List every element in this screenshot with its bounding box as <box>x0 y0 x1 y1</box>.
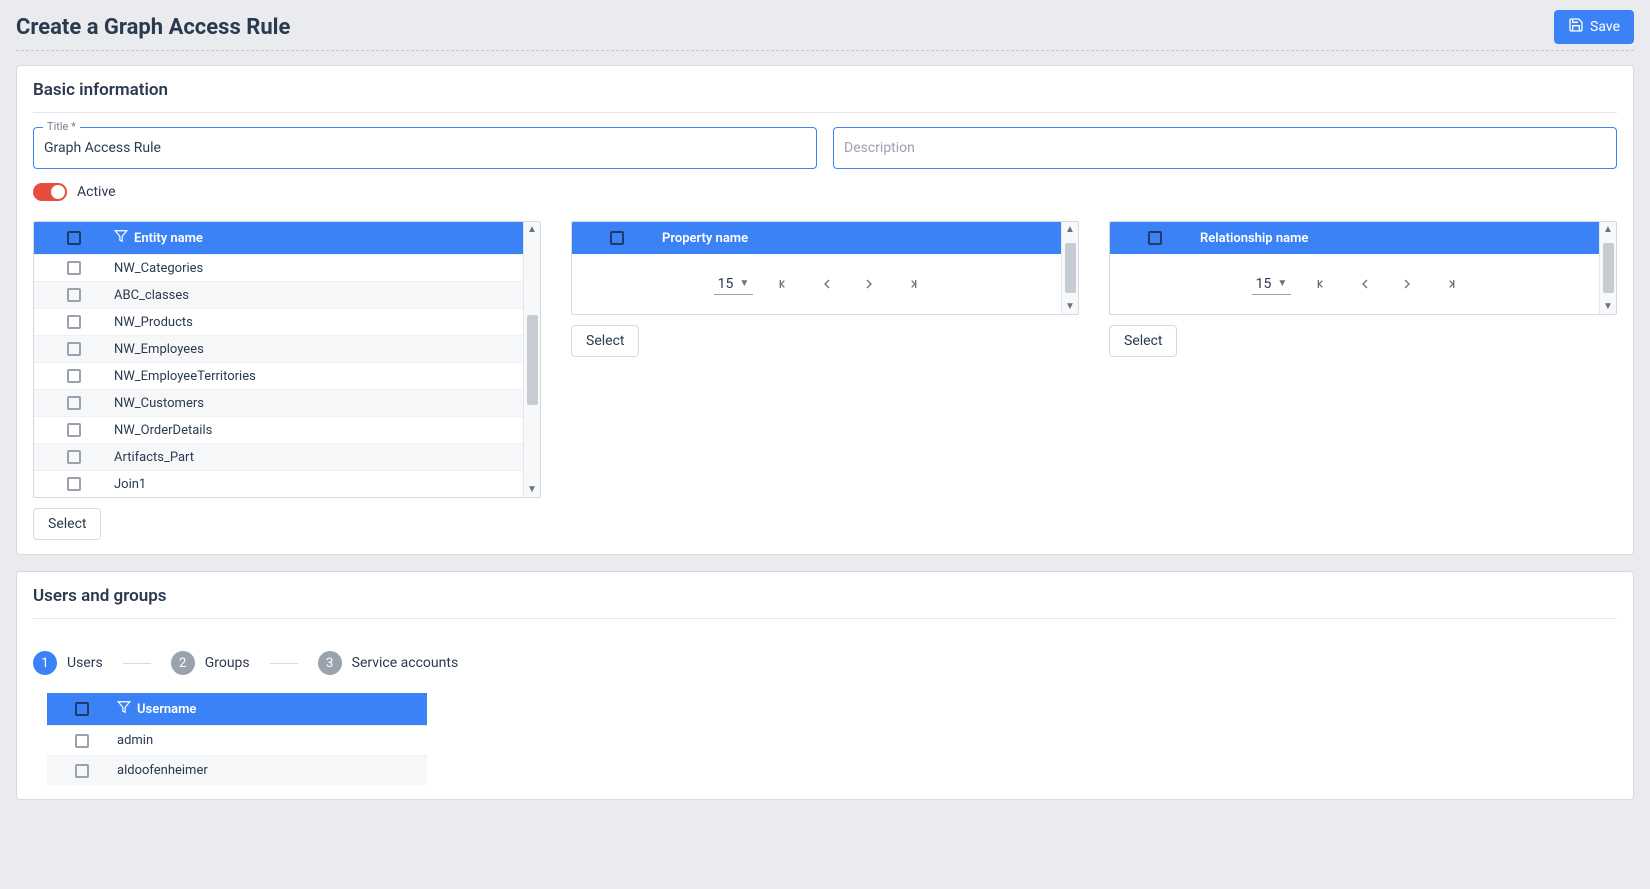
relationship-page-size-select[interactable]: 15 ▼ <box>1252 274 1292 295</box>
property-column-header[interactable]: Property name <box>662 231 748 246</box>
row-checkbox[interactable] <box>75 764 89 778</box>
header-divider <box>16 50 1634 51</box>
step-divider <box>270 663 298 664</box>
entity-name-cell: NW_Products <box>114 315 523 330</box>
pager-last-icon[interactable] <box>903 276 919 292</box>
entity-name-cell: Artifacts_Part <box>114 450 523 465</box>
title-field[interactable] <box>33 127 817 169</box>
table-row[interactable]: NW_OrderDetails <box>34 416 523 443</box>
row-checkbox[interactable] <box>67 288 81 302</box>
step-label-service-accounts: Service accounts <box>352 655 459 671</box>
property-select-button[interactable]: Select <box>571 325 639 357</box>
row-checkbox[interactable] <box>67 450 81 464</box>
property-page-size-select[interactable]: 15 ▼ <box>714 274 754 295</box>
title-field-label: Title * <box>43 120 80 133</box>
filter-icon[interactable] <box>114 229 128 247</box>
scrollbar[interactable]: ▲▼ <box>1599 222 1616 314</box>
row-checkbox[interactable] <box>67 342 81 356</box>
row-checkbox[interactable] <box>67 477 81 491</box>
row-checkbox[interactable] <box>67 396 81 410</box>
row-checkbox[interactable] <box>67 315 81 329</box>
entity-select-all-checkbox[interactable] <box>67 231 81 245</box>
save-button-label: Save <box>1590 19 1620 35</box>
property-page-size-value: 15 <box>718 276 734 292</box>
entity-name-cell: NW_OrderDetails <box>114 423 523 438</box>
description-field[interactable] <box>833 127 1617 169</box>
page-title: Create a Graph Access Rule <box>16 15 290 40</box>
entity-table: Entity name NW_Categories ABC_classes NW_P… <box>33 221 541 498</box>
table-row[interactable]: admin <box>47 725 427 755</box>
row-checkbox[interactable] <box>67 423 81 437</box>
entity-name-cell: NW_Categories <box>114 261 523 276</box>
entity-select-button[interactable]: Select <box>33 508 101 540</box>
chevron-down-icon: ▼ <box>739 278 749 289</box>
relationship-column-header[interactable]: Relationship name <box>1200 231 1308 246</box>
panel-basic-information: Basic information Title * Active <box>16 65 1634 555</box>
scrollbar[interactable]: ▲▼ <box>523 222 540 497</box>
entity-name-cell: NW_EmployeeTerritories <box>114 369 523 384</box>
table-row[interactable]: aldoofenheimer <box>47 755 427 785</box>
property-table: Property name 15 ▼ <box>571 221 1079 315</box>
table-row[interactable]: NW_Customers <box>34 389 523 416</box>
row-checkbox[interactable] <box>67 261 81 275</box>
row-checkbox[interactable] <box>67 369 81 383</box>
entity-column-header[interactable]: Entity name <box>134 231 203 246</box>
step-num-3: 3 <box>318 651 342 675</box>
title-field-wrap: Title * <box>33 127 817 169</box>
table-row[interactable]: ABC_classes <box>34 281 523 308</box>
pager-first-icon[interactable] <box>1315 276 1331 292</box>
step-label-groups: Groups <box>205 655 250 671</box>
entity-name-cell: NW_Employees <box>114 342 523 357</box>
relationship-page-size-value: 15 <box>1256 276 1272 292</box>
entity-name-cell: ABC_classes <box>114 288 523 303</box>
step-num-2: 2 <box>171 651 195 675</box>
table-row[interactable]: NW_Products <box>34 308 523 335</box>
users-table: Username admin aldoofenheimer <box>47 693 427 785</box>
username-cell: aldoofenheimer <box>117 763 427 778</box>
relationship-table: Relationship name 15 ▼ <box>1109 221 1617 315</box>
relationship-select-button[interactable]: Select <box>1109 325 1177 357</box>
table-row[interactable]: NW_Categories <box>34 254 523 281</box>
filter-icon[interactable] <box>117 700 131 718</box>
username-column-header[interactable]: Username <box>137 702 196 717</box>
relationship-select-all-checkbox[interactable] <box>1148 231 1162 245</box>
row-checkbox[interactable] <box>75 734 89 748</box>
save-icon <box>1568 17 1584 37</box>
step-users[interactable]: 1 Users <box>33 651 103 675</box>
active-toggle[interactable] <box>33 183 67 201</box>
panel-users-groups: Users and groups 1 Users 2 Groups 3 Serv… <box>16 571 1634 800</box>
active-label: Active <box>77 184 116 200</box>
pager-next-icon[interactable] <box>861 276 877 292</box>
table-row[interactable]: NW_Employees <box>34 335 523 362</box>
chevron-down-icon: ▼ <box>1277 278 1287 289</box>
step-label-users: Users <box>67 655 103 671</box>
description-field-wrap <box>833 127 1617 169</box>
users-select-all-checkbox[interactable] <box>75 702 89 716</box>
step-num-1: 1 <box>33 651 57 675</box>
save-button[interactable]: Save <box>1554 10 1634 44</box>
pager-last-icon[interactable] <box>1441 276 1457 292</box>
scrollbar[interactable]: ▲▼ <box>1061 222 1078 314</box>
pager-prev-icon[interactable] <box>819 276 835 292</box>
step-service-accounts[interactable]: 3 Service accounts <box>318 651 459 675</box>
panel-title-users-groups: Users and groups <box>33 586 1617 606</box>
entity-name-cell: Join1 <box>114 477 523 492</box>
property-select-all-checkbox[interactable] <box>610 231 624 245</box>
username-cell: admin <box>117 733 427 748</box>
panel-title-basic: Basic information <box>33 80 1617 100</box>
table-row[interactable]: Artifacts_Part <box>34 443 523 470</box>
step-divider <box>123 663 151 664</box>
table-row[interactable]: NW_EmployeeTerritories <box>34 362 523 389</box>
pager-next-icon[interactable] <box>1399 276 1415 292</box>
table-row[interactable]: Join1 <box>34 470 523 497</box>
entity-name-cell: NW_Customers <box>114 396 523 411</box>
pager-first-icon[interactable] <box>777 276 793 292</box>
step-groups[interactable]: 2 Groups <box>171 651 250 675</box>
pager-prev-icon[interactable] <box>1357 276 1373 292</box>
